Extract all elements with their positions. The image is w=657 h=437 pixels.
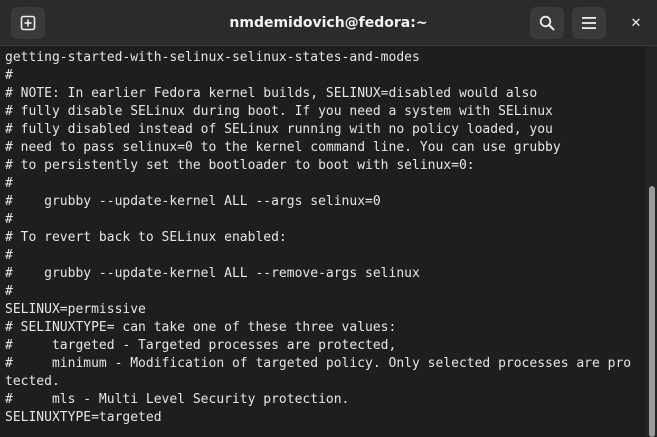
terminal-line: getting-started-with-selinux-selinux-sta… <box>5 50 420 65</box>
terminal-line: # fully disable SELinux during boot. If … <box>5 104 553 119</box>
terminal-output[interactable]: getting-started-with-selinux-selinux-sta… <box>0 46 646 437</box>
search-icon <box>539 15 555 31</box>
search-button[interactable] <box>530 7 564 39</box>
terminal-line: # to persistently set the bootloader to … <box>5 158 475 173</box>
scrollbar-thumb[interactable] <box>649 186 655 437</box>
terminal-line: # NOTE: In earlier Fedora kernel builds,… <box>5 86 538 101</box>
terminal-line: # need to pass selinux=0 to the kernel c… <box>5 140 561 155</box>
titlebar: nmdemidovich@fedora:~ ✕ <box>0 0 657 46</box>
close-icon: ✕ <box>630 15 642 31</box>
terminal-line: tected. <box>5 374 60 389</box>
plus-square-icon <box>20 15 36 31</box>
terminal-line: # <box>5 248 13 263</box>
terminal-text: getting-started-with-selinux-selinux-sta… <box>0 46 646 427</box>
terminal-line: # <box>5 284 13 299</box>
vertical-scrollbar[interactable] <box>646 46 657 437</box>
terminal-line: # SELINUXTYPE= can take one of these thr… <box>5 320 397 335</box>
terminal-line: # <box>5 68 13 83</box>
terminal-line: # grubby --update-kernel ALL --args seli… <box>5 194 381 209</box>
terminal-line: # <box>5 212 13 227</box>
terminal-line: # mls - Multi Level Security protection. <box>5 392 350 407</box>
close-button[interactable]: ✕ <box>620 7 652 39</box>
terminal-line: # fully disabled instead of SELinux runn… <box>5 122 553 137</box>
new-tab-button[interactable] <box>11 7 45 39</box>
terminal-line: SELINUXTYPE=targeted <box>5 410 162 425</box>
menu-button[interactable] <box>572 7 606 39</box>
terminal-line: # targeted - Targeted processes are prot… <box>5 338 397 353</box>
terminal-line: SELINUX=permissive <box>5 302 146 317</box>
terminal-line: # grubby --update-kernel ALL --remove-ar… <box>5 266 420 281</box>
hamburger-menu-icon <box>582 17 596 29</box>
terminal-line: # To revert back to SELinux enabled: <box>5 230 287 245</box>
terminal-line: # minimum - Modification of targeted pol… <box>5 356 632 371</box>
terminal-line: # <box>5 176 13 191</box>
